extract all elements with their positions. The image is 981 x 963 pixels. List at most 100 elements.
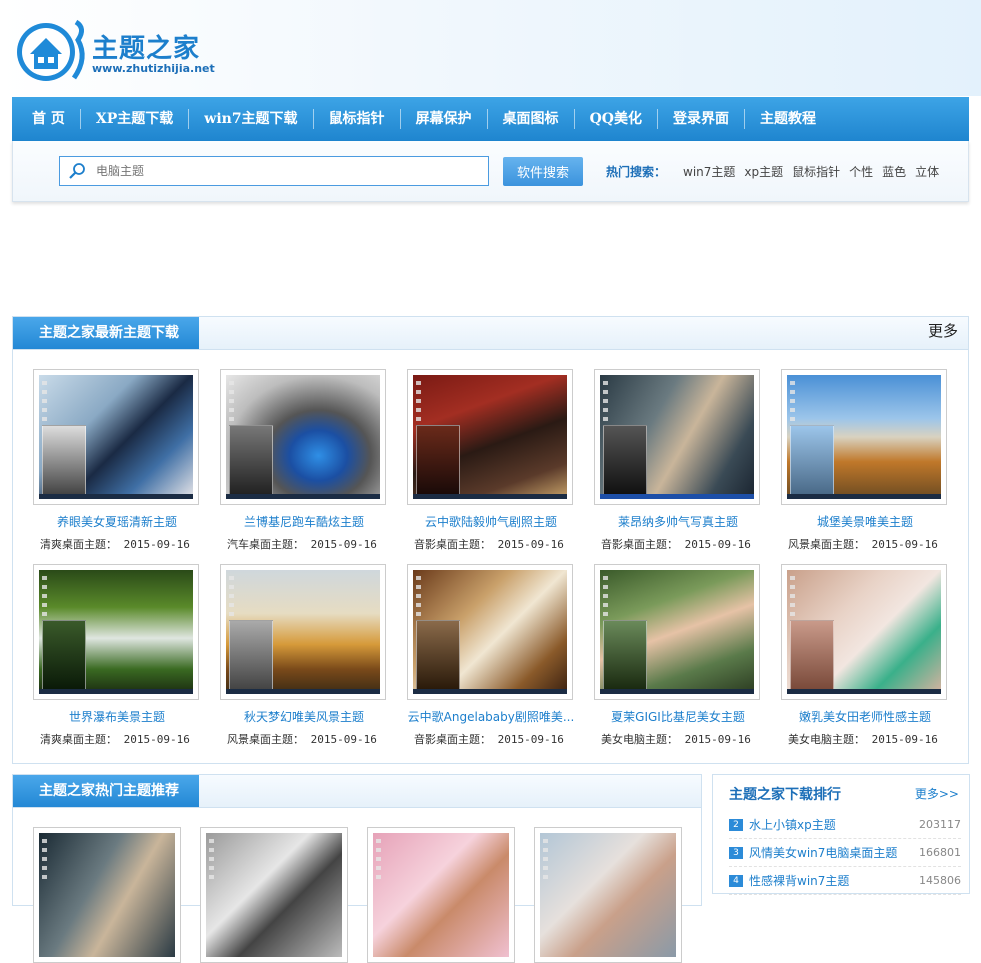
rank-theme-name[interactable]: 水上小镇xp主题: [749, 816, 919, 833]
theme-title[interactable]: 城堡美景唯美主题: [781, 513, 949, 530]
hot-theme-card[interactable]: [200, 827, 348, 963]
latest-themes-panel: 主题之家最新主题下载 更多 养眼美女夏瑶清新主题 清爽桌面主题： 2015-09…: [12, 316, 969, 764]
theme-thumbnail[interactable]: [407, 564, 573, 700]
latest-more-link[interactable]: 更多: [928, 320, 958, 341]
theme-card[interactable]: 云中歌陆毅帅气剧照主题 音影桌面主题： 2015-09-16: [407, 369, 575, 552]
rank-download-count: 166801: [919, 846, 961, 859]
rank-number-badge: 4: [729, 874, 743, 887]
theme-title[interactable]: 莱昂纳多帅气写真主题: [594, 513, 762, 530]
hot-link-xp[interactable]: xp主题: [744, 163, 783, 180]
theme-category: 风景桌面主题：: [227, 733, 304, 746]
theme-thumbnail[interactable]: [781, 564, 947, 700]
theme-thumbnail[interactable]: [200, 827, 348, 963]
theme-thumbnail[interactable]: [33, 369, 199, 505]
theme-thumbnail[interactable]: [220, 369, 386, 505]
rank-download-count: 203117: [919, 818, 961, 831]
theme-date: 2015-09-16: [684, 538, 751, 551]
theme-title[interactable]: 云中歌Angelababy剧照唯美...: [407, 708, 575, 725]
hot-link-blue[interactable]: 蓝色: [882, 163, 906, 180]
ranking-row[interactable]: 4 性感裸背win7主题 145806: [729, 867, 961, 895]
theme-card[interactable]: 兰博基尼跑车酷炫主题 汽车桌面主题： 2015-09-16: [220, 369, 388, 552]
logo-url: www.zhutizhijia.net: [92, 62, 215, 75]
nav-home[interactable]: 首 页: [12, 109, 81, 129]
theme-card[interactable]: 嫩乳美女田老师性感主题 美女电脑主题： 2015-09-16: [781, 564, 949, 747]
theme-thumbnail[interactable]: [220, 564, 386, 700]
hot-link-cursor[interactable]: 鼠标指针: [792, 163, 840, 180]
hot-theme-card[interactable]: [367, 827, 515, 963]
search-input[interactable]: [94, 163, 478, 179]
nav-desktop-icons[interactable]: 桌面图标: [488, 109, 575, 129]
theme-thumbnail[interactable]: [33, 564, 199, 700]
theme-meta: 音影桌面主题： 2015-09-16: [407, 536, 575, 552]
rank-download-count: 145806: [919, 874, 961, 887]
nav-qq-skins[interactable]: QQ美化: [575, 109, 658, 129]
rank-number-badge: 3: [729, 846, 743, 859]
hot-theme-card[interactable]: [33, 827, 181, 963]
theme-date: 2015-09-16: [310, 733, 377, 746]
theme-meta: 音影桌面主题： 2015-09-16: [407, 731, 575, 747]
nav-win7-themes[interactable]: win7主题下载: [189, 109, 314, 129]
theme-title[interactable]: 养眼美女夏瑶清新主题: [33, 513, 201, 530]
theme-title[interactable]: 嫩乳美女田老师性感主题: [781, 708, 949, 725]
ranking-list: 2 水上小镇xp主题 203117 3 风情美女win7电脑桌面主题 16680…: [729, 811, 961, 895]
theme-meta: 清爽桌面主题： 2015-09-16: [33, 536, 201, 552]
theme-title[interactable]: 兰博基尼跑车酷炫主题: [220, 513, 388, 530]
theme-meta: 美女电脑主题： 2015-09-16: [594, 731, 762, 747]
theme-date: 2015-09-16: [123, 538, 190, 551]
search-box[interactable]: [59, 156, 489, 186]
theme-date: 2015-09-16: [497, 538, 564, 551]
theme-thumbnail[interactable]: [534, 827, 682, 963]
theme-date: 2015-09-16: [871, 733, 938, 746]
theme-title[interactable]: 世界瀑布美景主题: [33, 708, 201, 725]
nav-login-screens[interactable]: 登录界面: [658, 109, 745, 129]
nav-tutorials[interactable]: 主题教程: [745, 109, 831, 129]
theme-title[interactable]: 夏茉GIGI比基尼美女主题: [594, 708, 762, 725]
theme-meta: 风景桌面主题： 2015-09-16: [781, 536, 949, 552]
search-button[interactable]: 软件搜索: [503, 157, 583, 186]
rank-theme-name[interactable]: 风情美女win7电脑桌面主题: [749, 844, 919, 861]
hot-theme-card[interactable]: [534, 827, 682, 963]
ranking-title: 主题之家下载排行: [729, 787, 841, 803]
theme-meta: 清爽桌面主题： 2015-09-16: [33, 731, 201, 747]
theme-meta: 汽车桌面主题： 2015-09-16: [220, 536, 388, 552]
nav-cursors[interactable]: 鼠标指针: [314, 109, 401, 129]
theme-title[interactable]: 秋天梦幻唯美风景主题: [220, 708, 388, 725]
theme-category: 美女电脑主题：: [788, 733, 865, 746]
hot-link-3d[interactable]: 立体: [915, 163, 939, 180]
rank-number-badge: 2: [729, 818, 743, 831]
theme-meta: 音影桌面主题： 2015-09-16: [594, 536, 762, 552]
theme-thumbnail[interactable]: [407, 369, 573, 505]
theme-thumbnail[interactable]: [367, 827, 515, 963]
theme-card[interactable]: 莱昂纳多帅气写真主题 音影桌面主题： 2015-09-16: [594, 369, 762, 552]
theme-date: 2015-09-16: [310, 538, 377, 551]
ranking-row[interactable]: 3 风情美女win7电脑桌面主题 166801: [729, 839, 961, 867]
theme-thumbnail[interactable]: [33, 827, 181, 963]
theme-category: 清爽桌面主题：: [40, 733, 117, 746]
hot-link-personal[interactable]: 个性: [849, 163, 873, 180]
theme-category: 音影桌面主题：: [601, 538, 678, 551]
theme-thumbnail[interactable]: [594, 564, 760, 700]
hot-search-links: win7主题 xp主题 鼠标指针 个性 蓝色 立体: [683, 163, 939, 180]
theme-thumbnail[interactable]: [781, 369, 947, 505]
latest-panel-title: 主题之家最新主题下载: [13, 317, 199, 349]
search-bar: 软件搜索 热门搜索： win7主题 xp主题 鼠标指针 个性 蓝色 立体: [12, 141, 969, 202]
hot-link-win7[interactable]: win7主题: [683, 163, 735, 180]
theme-date: 2015-09-16: [871, 538, 938, 551]
theme-thumbnail[interactable]: [594, 369, 760, 505]
theme-title[interactable]: 云中歌陆毅帅气剧照主题: [407, 513, 575, 530]
theme-card[interactable]: 夏茉GIGI比基尼美女主题 美女电脑主题： 2015-09-16: [594, 564, 762, 747]
theme-card[interactable]: 城堡美景唯美主题 风景桌面主题： 2015-09-16: [781, 369, 949, 552]
theme-category: 美女电脑主题：: [601, 733, 678, 746]
theme-card[interactable]: 秋天梦幻唯美风景主题 风景桌面主题： 2015-09-16: [220, 564, 388, 747]
rank-theme-name[interactable]: 性感裸背win7主题: [749, 872, 919, 889]
nav-xp-themes[interactable]: XP主题下载: [81, 109, 190, 129]
panel-header: 主题之家最新主题下载 更多: [13, 317, 968, 350]
ranking-row[interactable]: 2 水上小镇xp主题 203117: [729, 811, 961, 839]
theme-card[interactable]: 云中歌Angelababy剧照唯美... 音影桌面主题： 2015-09-16: [407, 564, 575, 747]
house-logo-icon: [17, 19, 85, 81]
ranking-more-link[interactable]: 更多>>: [915, 785, 959, 802]
theme-card[interactable]: 养眼美女夏瑶清新主题 清爽桌面主题： 2015-09-16: [33, 369, 201, 552]
download-ranking-panel: 主题之家下载排行 更多>> 2 水上小镇xp主题 203117 3 风情美女wi…: [712, 774, 970, 895]
theme-card[interactable]: 世界瀑布美景主题 清爽桌面主题： 2015-09-16: [33, 564, 201, 747]
nav-screensavers[interactable]: 屏幕保护: [401, 109, 488, 129]
